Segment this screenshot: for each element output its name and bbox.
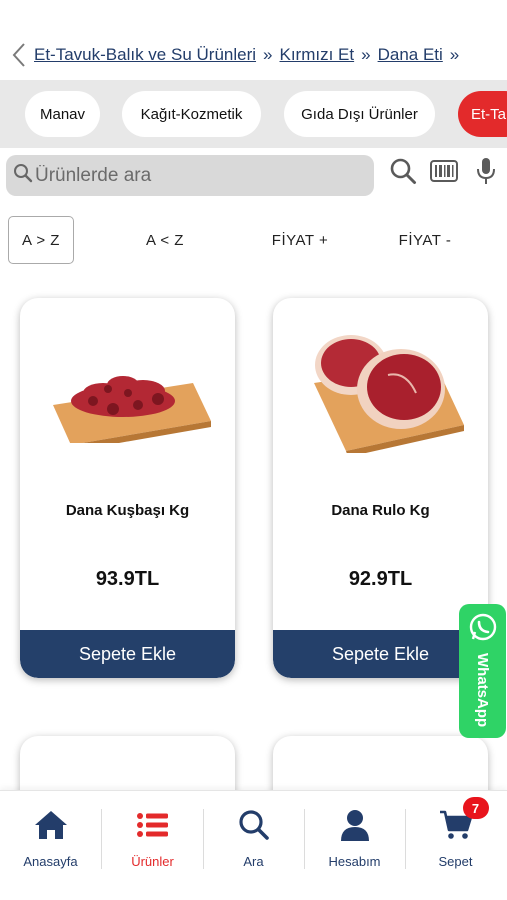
search-input[interactable] — [35, 164, 355, 187]
nav-label: Anasayfa — [23, 854, 78, 869]
category-chip-gida-disi[interactable]: Gıda Dışı Ürünler — [284, 91, 435, 137]
nav-label: Ürünler — [131, 854, 174, 869]
breadcrumb-link-kirmizi-et[interactable]: Kırmızı Et — [280, 45, 355, 65]
nav-item-products[interactable]: Ürünler — [102, 809, 203, 871]
bottom-nav: Anasayfa Ürünler Ara Hesabım 7 Sepet — [0, 790, 507, 900]
breadcrumb-separator: » — [449, 45, 460, 64]
add-to-cart-button[interactable]: Sepete Ekle — [20, 630, 235, 678]
sort-z-a-button[interactable]: A < Z — [125, 216, 205, 264]
add-to-cart-button[interactable]: Sepete Ekle — [273, 630, 488, 678]
search-icon — [238, 809, 270, 846]
microphone-icon[interactable] — [471, 156, 501, 186]
sort-price-asc-button[interactable]: FİYAT + — [255, 216, 345, 264]
barcode-icon[interactable] — [429, 156, 459, 186]
product-price: 92.9TL — [348, 568, 413, 590]
search-icon[interactable] — [388, 156, 418, 186]
product-card[interactable]: Dana Kuşbaşı Kg 93.9TL Sepete Ekle — [20, 298, 235, 678]
chevron-left-icon[interactable] — [4, 38, 34, 72]
product-name: Dana Kuşbaşı Kg — [65, 502, 190, 519]
nav-label: Hesabım — [328, 854, 381, 869]
product-price: 93.9TL — [95, 568, 160, 590]
product-image — [20, 298, 235, 468]
search-field[interactable] — [6, 155, 374, 196]
breadcrumb-separator: » — [263, 45, 273, 64]
sort-price-desc-button[interactable]: FİYAT - — [380, 216, 470, 264]
nav-label: Sepet — [438, 854, 473, 869]
product-image — [273, 298, 488, 468]
breadcrumb-separator: » — [361, 45, 371, 64]
list-icon — [136, 809, 170, 846]
whatsapp-label: WhatsApp — [474, 653, 491, 728]
breadcrumb: Et-Tavuk-Balık ve Su Ürünleri » Kırmızı … — [0, 38, 507, 72]
category-bar: Manav Kağıt-Kozmetik Gıda Dışı Ürünler E… — [0, 80, 507, 148]
nav-item-cart[interactable]: 7 Sepet — [405, 797, 506, 871]
search-icon — [13, 163, 33, 188]
breadcrumb-link-et-tavuk[interactable]: Et-Tavuk-Balık ve Su Ürünleri — [34, 45, 256, 65]
cart-count-badge: 7 — [462, 797, 489, 819]
user-icon — [339, 809, 371, 846]
nav-label: Ara — [243, 854, 264, 869]
whatsapp-button[interactable]: WhatsApp — [459, 604, 506, 738]
product-card[interactable]: Dana Rulo Kg 92.9TL Sepete Ekle — [273, 298, 488, 678]
sort-a-z-button[interactable]: A > Z — [8, 216, 74, 264]
category-chip-kagit-kozmetik[interactable]: Kağıt-Kozmetik — [122, 91, 261, 137]
category-chip-manav[interactable]: Manav — [25, 91, 100, 137]
home-icon — [33, 809, 69, 846]
category-chip-et-tavuk[interactable]: Et-Ta — [458, 91, 507, 137]
nav-item-search[interactable]: Ara — [203, 809, 304, 871]
whatsapp-icon — [468, 612, 498, 647]
breadcrumb-link-dana-eti[interactable]: Dana Eti — [378, 45, 443, 65]
cart-icon: 7 — [439, 797, 489, 846]
nav-item-home[interactable]: Anasayfa — [0, 809, 101, 871]
product-name: Dana Rulo Kg — [331, 502, 430, 519]
nav-item-account[interactable]: Hesabım — [304, 809, 405, 871]
